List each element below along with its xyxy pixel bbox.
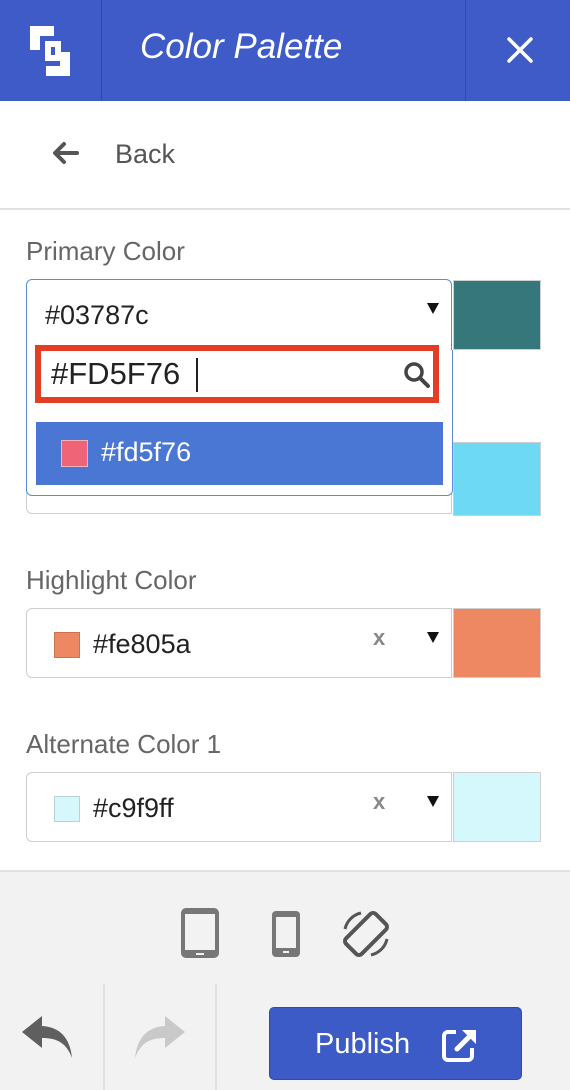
- page-title: Color Palette: [140, 27, 343, 66]
- chevron-down-icon[interactable]: [427, 796, 439, 807]
- header-bar: Color Palette: [0, 0, 570, 101]
- dropdown-option[interactable]: #fd5f76: [36, 422, 443, 485]
- alternate-color-1-label: Alternate Color 1: [26, 729, 222, 759]
- primary-color-swatch[interactable]: [453, 280, 541, 350]
- search-box[interactable]: [35, 345, 439, 403]
- redo-button[interactable]: [103, 984, 217, 1090]
- close-icon: [507, 37, 533, 63]
- publish-button[interactable]: Publish: [269, 1007, 522, 1080]
- external-link-icon: [442, 1030, 476, 1062]
- clear-button[interactable]: x: [373, 789, 385, 815]
- action-bar: Publish: [0, 984, 570, 1090]
- chevron-down-icon[interactable]: [427, 632, 439, 643]
- device-preview-bar: [0, 870, 570, 986]
- highlight-color-select[interactable]: #fe805a x: [26, 608, 452, 678]
- alternate-color-1-value: #c9f9ff: [93, 793, 174, 823]
- alternate-color-1-select[interactable]: #c9f9ff x: [26, 772, 452, 842]
- redo-icon: [135, 1016, 185, 1058]
- primary-color-select[interactable]: #03787c: [26, 279, 452, 352]
- highlight-color-value: #fe805a: [93, 629, 191, 659]
- arrow-left-icon: [53, 142, 79, 164]
- primary-color-label: Primary Color: [26, 236, 185, 266]
- primary-color-value: #03787c: [45, 300, 149, 330]
- color-chip: [54, 796, 80, 822]
- phone-icon[interactable]: [270, 909, 302, 959]
- highlight-color-swatch[interactable]: [453, 608, 541, 678]
- highlight-color-label: Highlight Color: [26, 565, 197, 595]
- clear-button[interactable]: x: [373, 625, 385, 651]
- undo-button[interactable]: [0, 984, 105, 1090]
- publish-label: Publish: [315, 1028, 411, 1060]
- search-input[interactable]: [51, 356, 391, 392]
- tablet-icon[interactable]: [179, 906, 221, 960]
- chevron-down-icon[interactable]: [427, 303, 439, 314]
- alternate-color-1-swatch[interactable]: [453, 772, 541, 842]
- close-button[interactable]: [465, 0, 570, 101]
- back-button[interactable]: Back: [0, 101, 570, 210]
- color-chip: [54, 632, 80, 658]
- option-label: #fd5f76: [101, 437, 192, 467]
- search-icon: [404, 362, 430, 388]
- undo-icon: [22, 1016, 72, 1058]
- logo-button[interactable]: [0, 0, 102, 101]
- text-cursor: [196, 358, 198, 392]
- color-dropdown: #fd5f76: [26, 345, 453, 496]
- color-chip: [61, 440, 88, 467]
- secondary-color-swatch[interactable]: [453, 442, 541, 516]
- logo-icon: [30, 26, 70, 76]
- rotate-icon[interactable]: [339, 907, 393, 961]
- back-label: Back: [115, 139, 176, 169]
